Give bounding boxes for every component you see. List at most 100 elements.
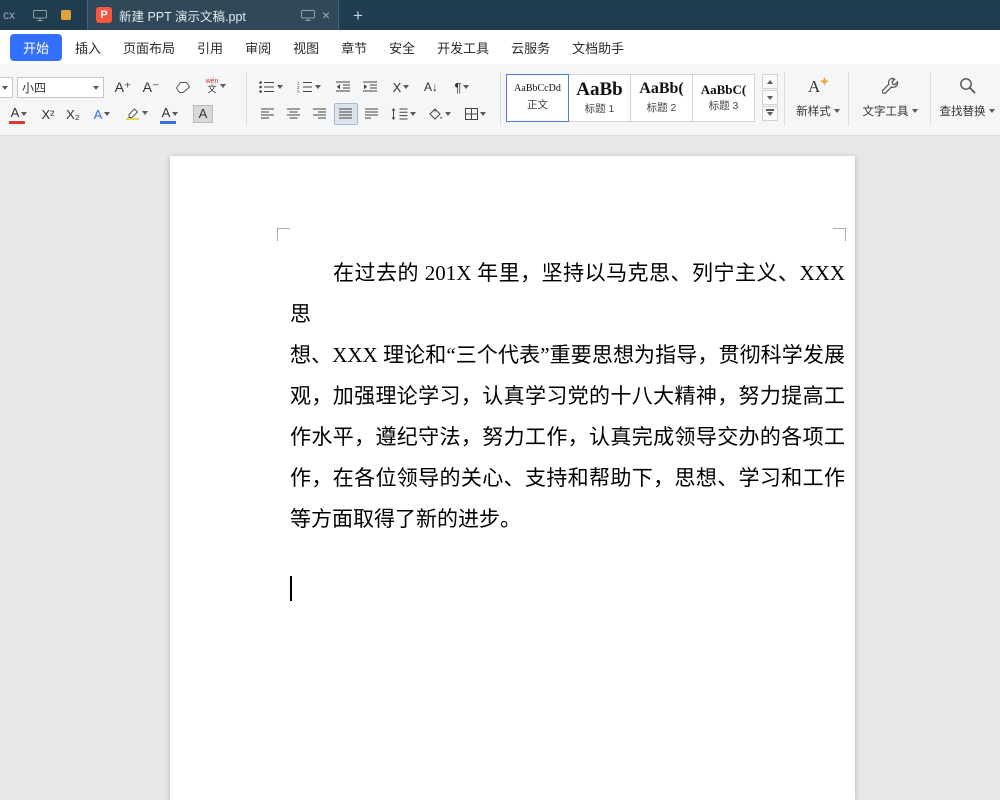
pinyin-guide-button[interactable]: wén 文 [198,75,234,97]
distribute-icon [365,108,379,120]
justify-button[interactable] [334,103,358,125]
divider [500,72,501,126]
document-area: 在过去的 201X 年里，坚持以马克思、列宁主义、XXX 思 想、XXX 理论和… [0,136,1000,800]
superscript-button[interactable]: X² [36,103,60,125]
font-size-select[interactable]: 小四 [17,77,104,98]
pin-icon [61,10,71,20]
increase-indent-button[interactable] [357,76,383,98]
menu-item-insert[interactable]: 插入 [64,34,112,61]
menu-item-review[interactable]: 审阅 [234,34,282,61]
align-left-button[interactable] [256,103,280,125]
text-tool-button[interactable]: 文字工具 [852,73,928,119]
align-center-button[interactable] [282,103,306,125]
borders-icon [465,108,478,120]
close-icon[interactable]: × [322,8,330,22]
character-shading-button[interactable]: A [189,103,217,125]
chevron-down-icon [403,85,409,89]
find-replace-button[interactable]: 查找替换 [934,73,1000,119]
chevron-down-icon [2,86,8,90]
menu-item-dev-tools[interactable]: 开发工具 [426,34,500,61]
menu-item-security[interactable]: 安全 [378,34,426,61]
menu-item-page-layout[interactable]: 页面布局 [112,34,186,61]
increase-font-button[interactable]: A⁺ [110,76,136,98]
distribute-button[interactable] [360,103,384,125]
divider [246,72,247,126]
text-tool-label: 文字工具 [863,103,909,119]
line-spacing-icon [391,108,408,120]
align-right-icon [313,108,327,120]
align-right-button[interactable] [308,103,332,125]
paragraph-mark-icon: ¶ [455,80,462,95]
subscript-button[interactable]: X₂ [61,103,85,125]
underline-color-button[interactable]: A [155,103,185,125]
paragraph-mark-button[interactable]: ¶ [446,76,478,98]
clear-format-button[interactable] [170,76,196,98]
new-style-button[interactable]: A 新样式 [790,73,846,119]
text-line: 等方面取得了新的进步。 [290,499,845,540]
partial-tab[interactable]: cx [3,8,23,22]
chevron-up-icon [767,80,773,84]
monitor-icon [33,10,47,21]
decrease-indent-button[interactable] [330,76,356,98]
style-heading-2[interactable]: AaBb( 标题 2 [630,74,693,122]
style-scroll-down[interactable] [762,90,778,105]
document-tab[interactable]: P 新建 PPT 演示文稿.ppt × [87,0,339,30]
align-left-icon [261,108,275,120]
divider [930,72,931,126]
document-page[interactable]: 在过去的 201X 年里，坚持以马克思、列宁主义、XXX 思 想、XXX 理论和… [170,156,855,800]
line-spacing-button[interactable] [387,103,419,125]
search-icon [958,73,977,98]
style-scroll-up[interactable] [762,74,778,89]
numbered-list-button[interactable]: 123 [292,76,326,98]
divider [784,72,785,126]
menu-item-section[interactable]: 章节 [330,34,378,61]
style-gallery-more[interactable] [762,106,778,121]
divider [848,72,849,126]
chevron-down-icon [834,109,840,113]
text-line: 作，在各位领导的关心、支持和帮助下，思想、学习和工作 [290,458,845,499]
sort-button[interactable]: A↓ [417,76,445,98]
chevron-down-icon [277,85,283,89]
highlight-button[interactable] [119,102,153,124]
find-replace-label: 查找替换 [940,103,986,119]
shading-button[interactable] [423,103,455,125]
menu-item-references[interactable]: 引用 [186,34,234,61]
new-tab-button[interactable]: + [353,7,363,24]
increase-indent-icon [363,81,378,93]
text-line: 想、XXX 理论和“三个代表”重要思想为指导，贯彻科学发展 [290,335,845,376]
text-effect-button[interactable]: A [87,103,117,125]
style-normal[interactable]: AaBbCcDd 正文 [506,74,569,122]
style-label: 标题 3 [709,98,739,113]
style-preview: AaBbCcDd [514,84,561,95]
text-line: 在过去的 201X 年里，坚持以马克思、列宁主义、XXX 思 [290,253,845,335]
style-heading-3[interactable]: AaBbC( 标题 3 [692,74,755,122]
chevron-down-icon [315,85,321,89]
chevron-down-icon [410,112,416,116]
menu-bar: 开始 插入 页面布局 引用 审阅 视图 章节 安全 开发工具 云服务 文档助手 [0,30,1000,64]
style-label: 标题 2 [647,100,677,115]
margin-mark-left [277,228,290,241]
style-preview: AaBbC( [701,83,747,97]
letter-a-icon: A [162,105,171,120]
style-heading-1[interactable]: AaBb 标题 1 [568,74,631,122]
align-center-icon [287,108,301,120]
menu-item-view[interactable]: 视图 [282,34,330,61]
menu-item-doc-assistant[interactable]: 文档助手 [561,34,635,61]
eraser-icon [176,82,190,93]
style-preview: AaBb [576,80,622,100]
svg-text:A: A [808,77,821,96]
menu-item-cloud[interactable]: 云服务 [500,34,561,61]
more-bar [766,109,774,111]
chevron-down-icon [93,86,99,90]
decrease-font-button[interactable]: A⁻ [138,76,164,98]
ppt-file-icon: P [96,7,112,23]
bullet-list-button[interactable] [254,76,288,98]
font-family-select[interactable] [0,77,13,98]
font-color-button[interactable]: A [4,103,34,125]
text-direction-button[interactable]: X [386,76,416,98]
menu-item-home[interactable]: 开始 [10,34,62,61]
style-preview: AaBb( [639,81,683,98]
chevron-down-icon [767,96,773,100]
border-button[interactable] [459,103,491,125]
style-label: 正文 [527,97,548,112]
